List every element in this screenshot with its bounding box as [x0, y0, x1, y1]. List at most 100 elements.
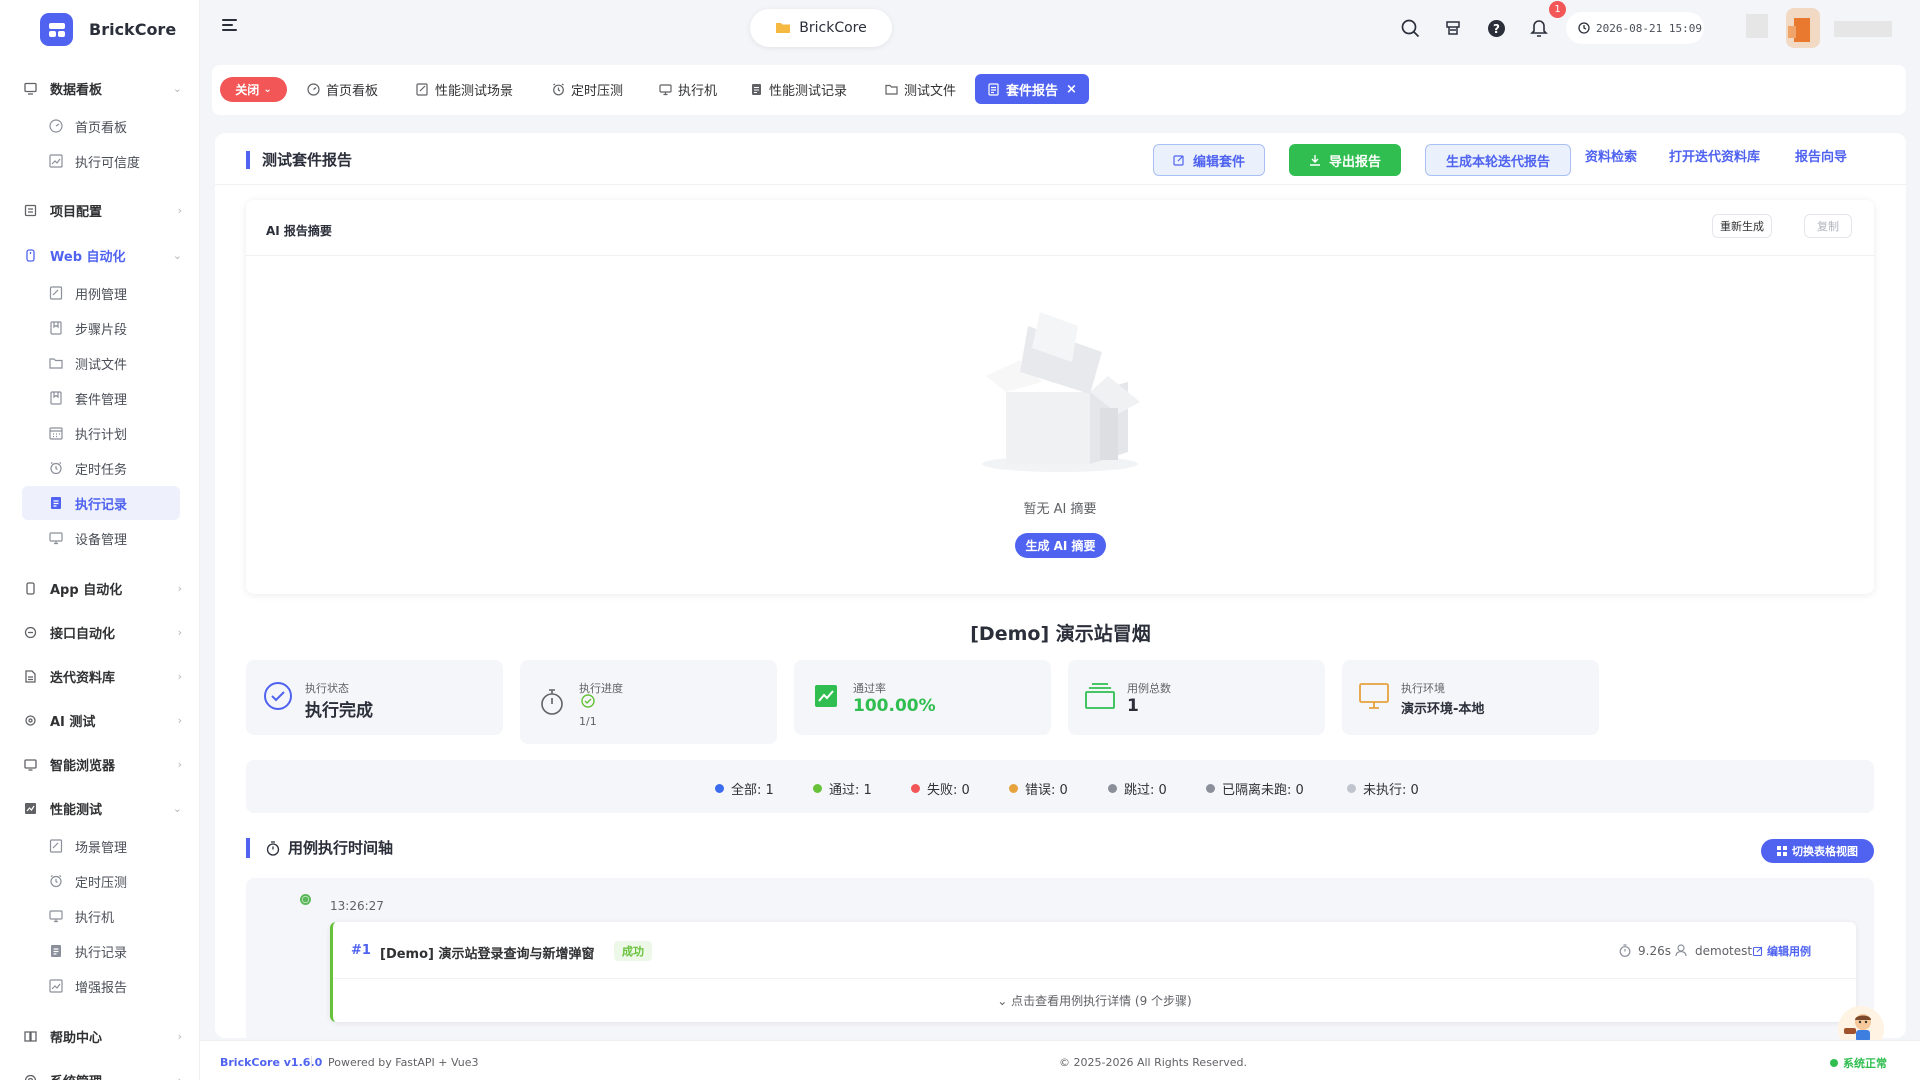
- close-icon[interactable]: ×: [1066, 82, 1077, 97]
- legend-all[interactable]: 全部: 1: [715, 779, 774, 798]
- tab-home-dashboard[interactable]: 首页看板: [301, 74, 384, 104]
- stat-value: 演示环境-本地: [1401, 702, 1485, 717]
- sidebar-item-executors[interactable]: 执行机: [22, 899, 180, 933]
- legend-error[interactable]: 错误: 0: [1009, 779, 1068, 798]
- sidebar-item-suites[interactable]: 套件管理: [22, 381, 180, 415]
- alarm-clock-icon: [552, 83, 565, 96]
- sidebar-item-reliability[interactable]: 执行可信度: [22, 144, 180, 178]
- chevron-right-icon: ›: [177, 1073, 182, 1080]
- sidebar-item-plans[interactable]: 执行计划: [22, 416, 180, 450]
- avatar[interactable]: [1786, 8, 1820, 48]
- legend-quarantined[interactable]: 已隔离未跑: 0: [1206, 779, 1304, 798]
- performance-icon: [22, 800, 38, 816]
- sidebar-item-label: 套件管理: [75, 392, 128, 408]
- footer: BrickCore v1.6.0 Powered by FastAPI + Vu…: [200, 1040, 1920, 1080]
- legend-passed[interactable]: 通过: 1: [813, 779, 872, 798]
- report-wizard-link[interactable]: 报告向导: [1795, 146, 1847, 165]
- sidebar-item-perf-records[interactable]: 执行记录: [22, 934, 180, 968]
- legend-label: 跳过: 0: [1124, 783, 1167, 798]
- generate-ai-summary-button[interactable]: 生成 AI 摘要: [1015, 533, 1106, 558]
- stopwatch-icon: [536, 686, 568, 718]
- expand-details-link[interactable]: ⌄ 点击查看用例执行详情 (9 个步骤): [333, 992, 1856, 1009]
- sidebar-group-web[interactable]: Web 自动化 ⌄: [22, 241, 182, 269]
- sidebar-group-performance[interactable]: 性能测试 ⌄: [22, 794, 182, 822]
- legend-label: 全部: 1: [731, 783, 774, 798]
- bell-icon[interactable]: [1528, 17, 1550, 39]
- sidebar-group-library[interactable]: 迭代资料库 ›: [22, 662, 182, 690]
- sidebar-item-exec-records[interactable]: 执行记录: [22, 486, 180, 520]
- sidebar-item-home-dashboard[interactable]: 首页看板: [22, 109, 180, 143]
- sidebar-item-files[interactable]: 测试文件: [22, 346, 180, 380]
- sidebar-group-browser[interactable]: 智能浏览器 ›: [22, 750, 182, 778]
- edit-doc-icon: [48, 839, 63, 854]
- sidebar-item-scenarios[interactable]: 场景管理: [22, 829, 180, 863]
- sidebar-group-project[interactable]: 项目配置 ›: [22, 196, 182, 224]
- iteration-label: 生成本轮迭代报告: [1445, 154, 1550, 170]
- tab-suite-report[interactable]: 套件报告 ×: [975, 74, 1089, 104]
- menu-toggle-icon[interactable]: [222, 18, 238, 32]
- divider: [215, 184, 1906, 185]
- sidebar-item-label: 场景管理: [75, 840, 128, 856]
- sidebar-item-scheduled-load[interactable]: 定时压测: [22, 864, 180, 898]
- sidebar-item-enhanced-report[interactable]: 增强报告: [22, 969, 180, 1003]
- footer-divider: [311, 1056, 312, 1068]
- sidebar-group-dashboard[interactable]: 数据看板 ⌄: [22, 74, 182, 102]
- sidebar-group-api[interactable]: 接口自动化 ›: [22, 618, 182, 646]
- report-card: 测试套件报告 编辑套件 导出报告 生成本轮迭代报告 资料检索 打开迭代资料库 报…: [215, 133, 1906, 1038]
- duration-text: 9.26s: [1638, 944, 1671, 958]
- legend-not-run[interactable]: 未执行: 0: [1347, 779, 1419, 798]
- stat-label: 用例总数: [1127, 682, 1171, 695]
- help-circle-icon[interactable]: ?: [1485, 17, 1507, 39]
- mobile-icon: [22, 580, 38, 596]
- sidebar-group-ai[interactable]: AI 测试 ›: [22, 706, 182, 734]
- sidebar-item-cases[interactable]: 用例管理: [22, 276, 180, 310]
- regenerate-button[interactable]: 重新生成: [1712, 214, 1772, 238]
- empty-box-illustration: [980, 312, 1140, 476]
- tab-perf-scenarios[interactable]: 性能测试场景: [410, 74, 519, 104]
- timeline-title: 用例执行时间轴: [246, 838, 393, 858]
- footer-version[interactable]: BrickCore v1.6.0: [220, 1056, 322, 1069]
- blurred-image: [1746, 14, 1768, 38]
- close-tabs-button[interactable]: 关闭 ⌄: [220, 77, 287, 102]
- sidebar-item-label: 设备管理: [75, 532, 128, 548]
- export-report-button[interactable]: 导出报告: [1289, 144, 1401, 176]
- tab-label: 套件报告: [1006, 83, 1059, 99]
- legend-dot: [911, 784, 920, 793]
- iteration-report-button[interactable]: 生成本轮迭代报告: [1425, 144, 1571, 176]
- sidebar-group-label: 智能浏览器: [50, 758, 116, 774]
- sidebar-item-scheduled[interactable]: 定时任务: [22, 451, 180, 485]
- system-status: 系统正常: [1830, 1055, 1887, 1071]
- case-name[interactable]: [Demo] 演示站登录查询与新增弹窗: [380, 943, 595, 962]
- ai-summary-panel: AI 报告摘要 重新生成 复制 暂无 AI 摘要 生成 AI 摘要: [246, 200, 1874, 594]
- switch-table-view-button[interactable]: 切换表格视图: [1761, 839, 1874, 863]
- sidebar-group-settings[interactable]: 系统管理 ›: [22, 1066, 182, 1080]
- sidebar-item-devices[interactable]: 设备管理: [22, 521, 180, 555]
- sidebar-item-steps[interactable]: 步骤片段: [22, 311, 180, 345]
- search-docs-link[interactable]: 资料检索: [1585, 146, 1637, 165]
- tab-perf-records[interactable]: 性能测试记录: [744, 74, 853, 104]
- sidebar-group-app[interactable]: App 自动化 ›: [22, 574, 182, 602]
- tab-scheduled-load[interactable]: 定时压测: [546, 74, 629, 104]
- theme-icon[interactable]: [1442, 17, 1464, 39]
- edit-suite-button[interactable]: 编辑套件: [1153, 144, 1265, 176]
- legend-failed[interactable]: 失败: 0: [911, 779, 970, 798]
- legend-skipped[interactable]: 跳过: 0: [1108, 779, 1167, 798]
- search-icon[interactable]: [1399, 17, 1421, 39]
- tab-executors[interactable]: 执行机: [653, 74, 723, 104]
- check-circle-icon: [262, 680, 294, 712]
- sidebar-group-help[interactable]: 帮助中心 ›: [22, 1022, 182, 1050]
- folder-icon: [885, 83, 898, 96]
- open-library-link[interactable]: 打开迭代资料库: [1669, 146, 1760, 165]
- sidebar-group-label: 系统管理: [50, 1071, 102, 1080]
- copy-button[interactable]: 复制: [1804, 214, 1852, 238]
- project-selector[interactable]: BrickCore: [750, 9, 892, 47]
- help-icon: [22, 1028, 38, 1044]
- edit-case-button[interactable]: 编辑用例: [1753, 943, 1811, 959]
- report-icon: [987, 82, 1000, 96]
- chevron-right-icon: ›: [177, 625, 182, 639]
- app-logo-icon[interactable]: [40, 13, 73, 46]
- stopwatch-icon: [266, 840, 280, 856]
- stat-label: 执行状态: [305, 682, 349, 695]
- project-icon: [22, 202, 38, 218]
- tab-test-files[interactable]: 测试文件: [879, 74, 962, 104]
